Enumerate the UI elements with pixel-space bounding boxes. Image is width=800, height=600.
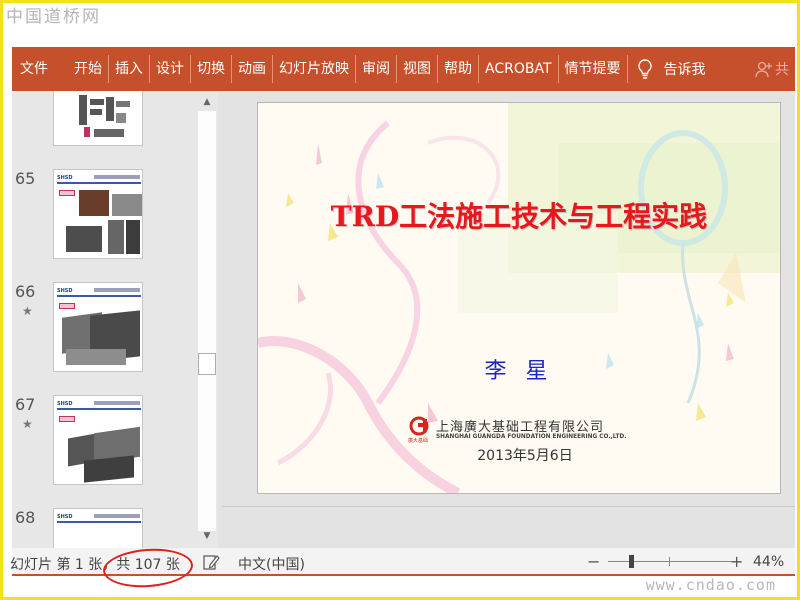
notes-icon[interactable]: [202, 553, 220, 571]
tab-design[interactable]: 设计: [150, 47, 190, 91]
lightbulb-icon: [637, 59, 652, 79]
tab-review[interactable]: 审阅: [356, 47, 396, 91]
slide-thumbnail[interactable]: [53, 91, 143, 146]
language-indicator[interactable]: 中文(中国): [238, 554, 305, 574]
tell-me-box[interactable]: 告诉我: [636, 58, 706, 80]
slide-date[interactable]: 2013年5月6日: [258, 445, 780, 465]
zoom-slider-track[interactable]: [608, 561, 732, 562]
site-watermark: 中国道桥网: [6, 7, 101, 27]
tab-separator: [626, 55, 628, 83]
scroll-up-icon[interactable]: ▲: [196, 94, 218, 111]
slide-thumbnail-panel[interactable]: 65 SHSD 66 ★ SHSD 67 ★ SHSD 68 SHSD: [12, 91, 196, 548]
slide-number: 67: [15, 395, 36, 414]
tab-insert[interactable]: 插入: [109, 47, 149, 91]
slide-author[interactable]: 李 星: [258, 353, 780, 385]
zoom-percent[interactable]: 44%: [753, 554, 784, 570]
tab-slideshow[interactable]: 幻灯片放映: [273, 47, 355, 91]
scroll-down-icon[interactable]: ▼: [196, 528, 218, 545]
slide-thumbnail[interactable]: SHSD: [53, 282, 143, 372]
zoom-slider-handle[interactable]: [628, 555, 634, 568]
tab-storyboard[interactable]: 情节提要: [559, 47, 627, 91]
slide-editor[interactable]: TRD工法施工技术与工程实践 李 星 廣大基础 上海廣大基础工程有限公司 SHA…: [218, 91, 795, 548]
tab-acrobat[interactable]: ACROBAT: [479, 47, 558, 91]
company-name-cn: 上海廣大基础工程有限公司: [436, 420, 605, 435]
tell-me-label: 告诉我: [663, 62, 706, 78]
slide-thumbnail-entry[interactable]: 65 SHSD: [12, 169, 196, 264]
slide-thumbnail[interactable]: SHSD: [53, 169, 143, 259]
scroll-thumb[interactable]: [198, 353, 216, 375]
slide-thumbnail-entry[interactable]: 67 ★ SHSD: [12, 395, 196, 490]
zoom-slider-center-tick: [669, 557, 670, 566]
slide-thumbnail[interactable]: SHSD: [53, 395, 143, 485]
slide-number: 65: [15, 169, 36, 188]
notes-divider: [222, 506, 795, 507]
tab-transitions[interactable]: 切换: [191, 47, 231, 91]
tab-view[interactable]: 视图: [397, 47, 437, 91]
tab-home[interactable]: 开始: [60, 47, 108, 91]
animation-star-icon: ★: [22, 304, 33, 318]
site-url-watermark: www.cndao.com: [645, 576, 776, 594]
slide-thumbnail-entry[interactable]: 68 SHSD: [12, 508, 196, 548]
slide-thumbnail-entry[interactable]: [12, 91, 196, 151]
slide-thumbnail-entry[interactable]: 66 ★ SHSD: [12, 282, 196, 377]
tab-help[interactable]: 帮助: [438, 47, 478, 91]
share-button[interactable]: 共: [755, 59, 789, 79]
share-label: 共: [775, 62, 789, 78]
slide-thumbnail[interactable]: SHSD: [53, 508, 143, 548]
slide-number: 66: [15, 282, 36, 301]
scroll-track[interactable]: [198, 111, 216, 531]
slide-title[interactable]: TRD工法施工技术与工程实践: [258, 195, 780, 235]
thumbnail-scrollbar[interactable]: ▲ ▼: [196, 91, 218, 548]
zoom-in-button[interactable]: +: [730, 552, 743, 571]
ribbon-tabs: 文件 开始 插入 设计 切换 动画 幻灯片放映 审阅 视图 帮助 ACROBAT…: [12, 47, 795, 91]
slide-number: 68: [15, 508, 36, 527]
company-logo-block: 廣大基础 上海廣大基础工程有限公司 SHANGHAI GUANGDA FOUND…: [408, 416, 638, 446]
company-logo-caption: 廣大基础: [408, 438, 429, 444]
company-logo-icon: [409, 416, 429, 436]
tab-file[interactable]: 文件: [12, 47, 60, 91]
company-name-en: SHANGHAI GUANGDA FOUNDATION ENGINEERING …: [436, 434, 627, 440]
person-add-icon: [755, 61, 772, 78]
tab-animations[interactable]: 动画: [232, 47, 272, 91]
current-slide[interactable]: TRD工法施工技术与工程实践 李 星 廣大基础 上海廣大基础工程有限公司 SHA…: [258, 103, 780, 493]
animation-star-icon: ★: [22, 417, 33, 431]
zoom-out-button[interactable]: −: [587, 552, 600, 571]
